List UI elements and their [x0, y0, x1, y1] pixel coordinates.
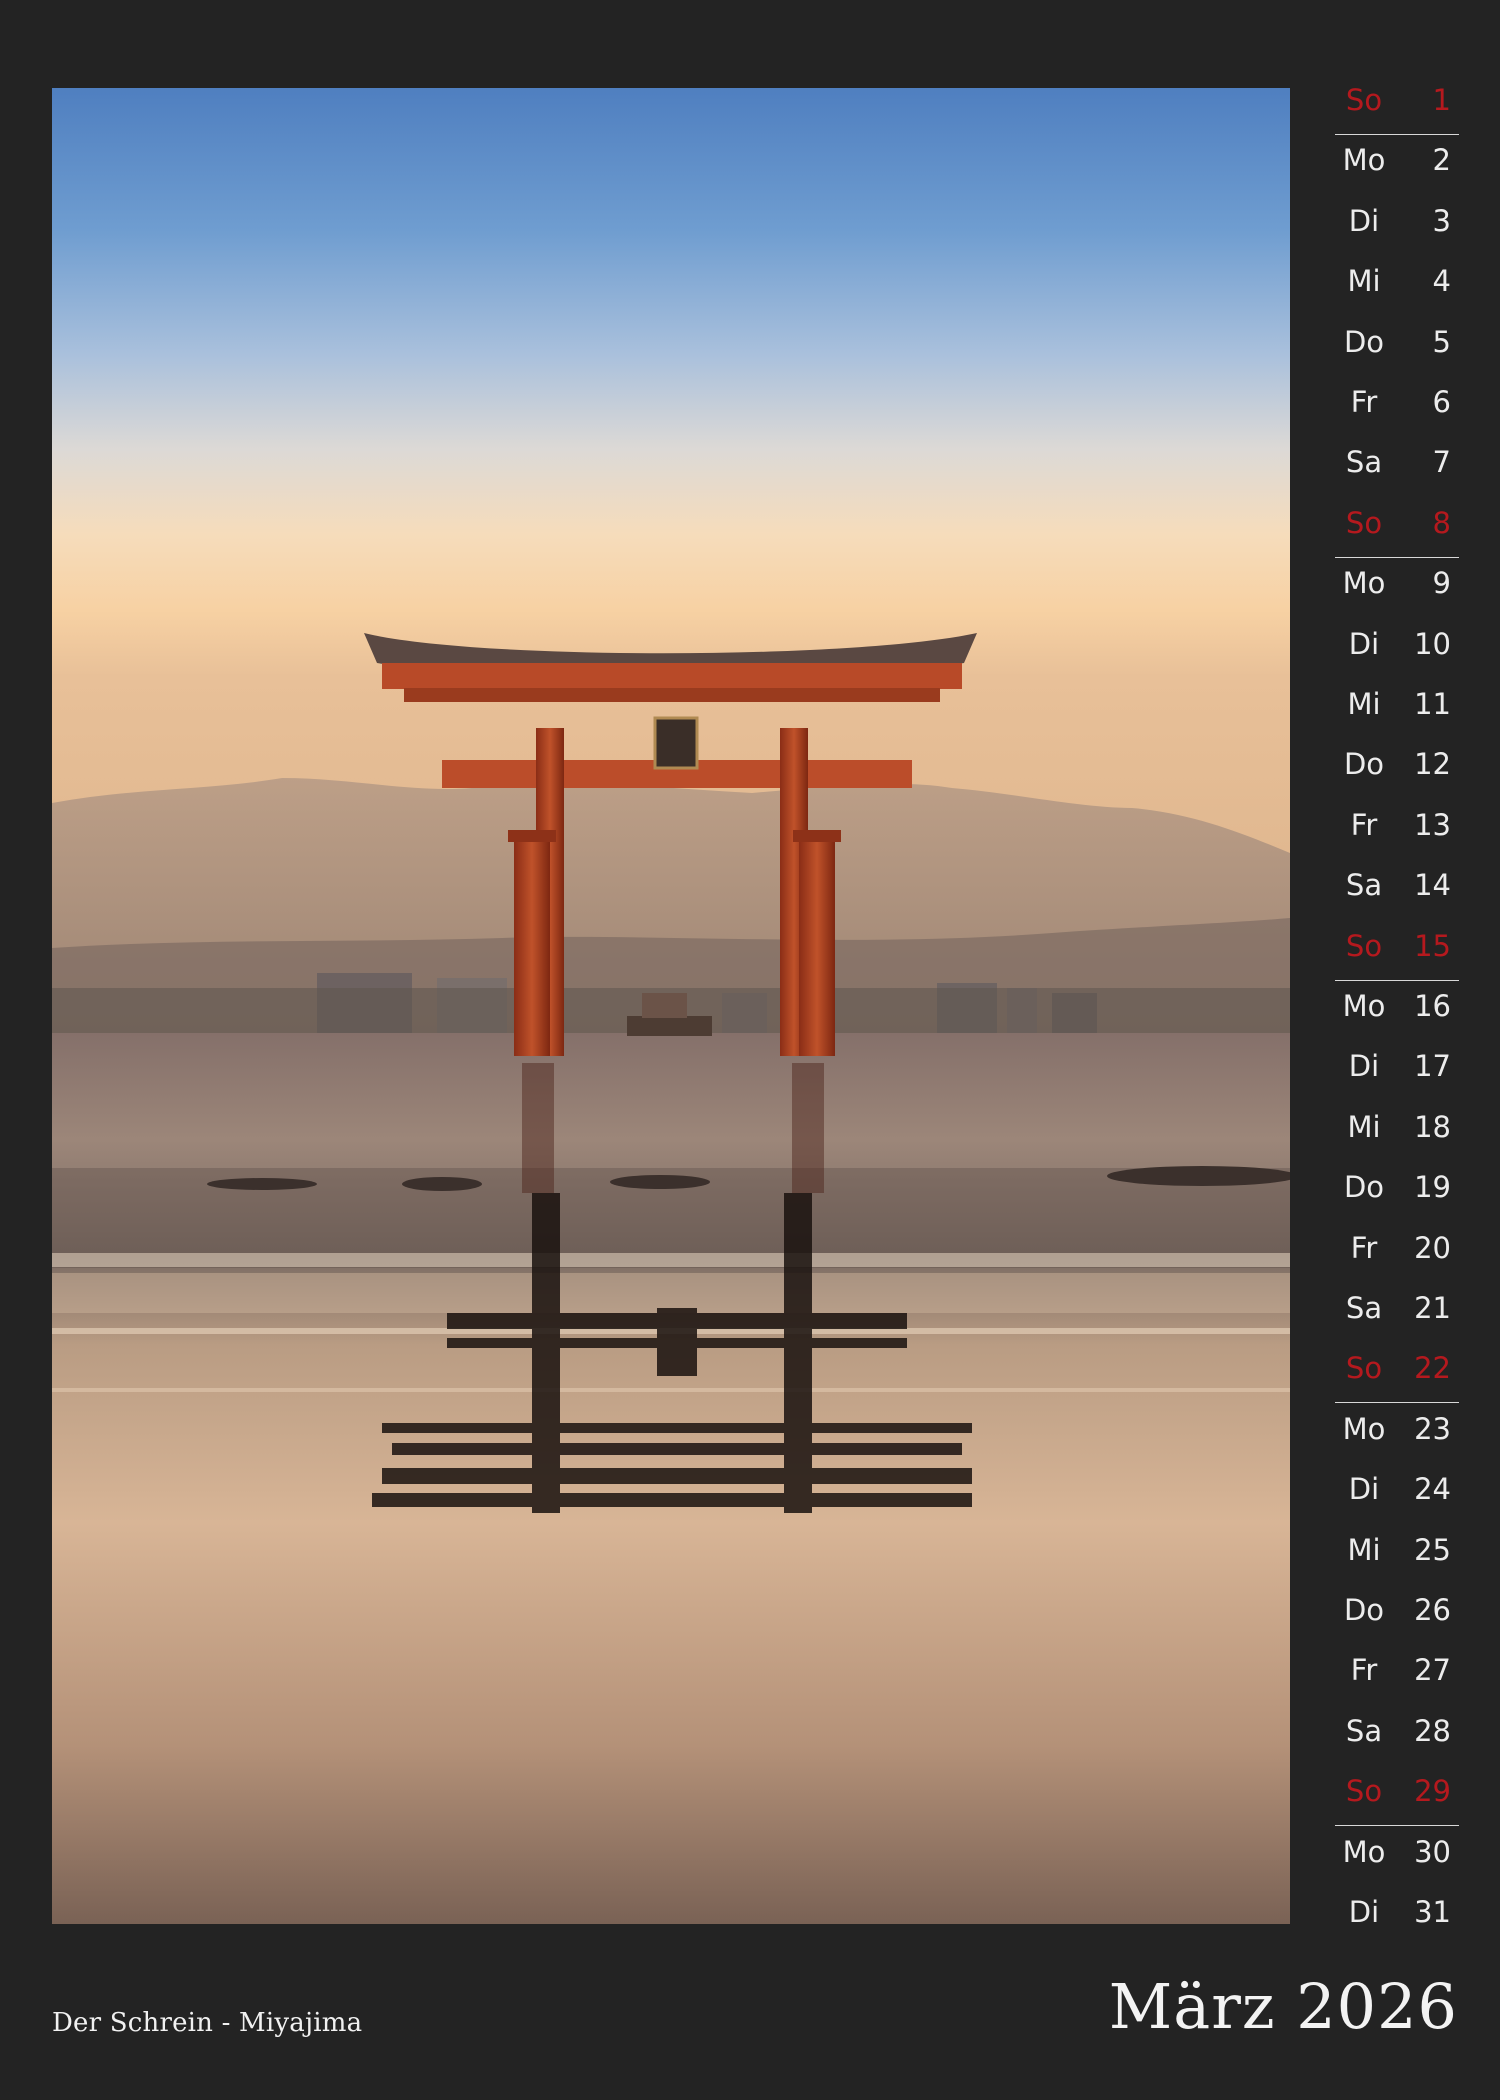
weekday-label: Mi — [1347, 1109, 1381, 1144]
weekday-label: Do — [1343, 324, 1385, 359]
day-row: Sa 7 — [1335, 438, 1459, 498]
day-number: 11 — [1414, 687, 1451, 721]
weekday-label: So — [1345, 83, 1383, 117]
day-row: So 22 — [1335, 1344, 1459, 1404]
day-number: 29 — [1414, 1774, 1451, 1809]
day-row: Mo 9 — [1335, 559, 1459, 619]
weekday-label: Sa — [1345, 445, 1383, 480]
day-number: 8 — [1432, 505, 1451, 540]
day-number: 5 — [1432, 324, 1451, 359]
weekday-label: Do — [1343, 1593, 1385, 1627]
weekday-label: Do — [1343, 1170, 1385, 1205]
weekday-label: Fr — [1350, 1653, 1378, 1688]
day-number: 7 — [1432, 445, 1451, 480]
day-number: 16 — [1414, 989, 1451, 1023]
day-row: Do 19 — [1335, 1163, 1459, 1223]
weekday-label: Fr — [1350, 807, 1378, 842]
weekday-label: Mi — [1347, 687, 1381, 721]
day-row: Di 31 — [1335, 1888, 1459, 1948]
day-row: Sa 21 — [1335, 1284, 1459, 1344]
day-row: Sa 14 — [1335, 861, 1459, 921]
weekday-label: So — [1345, 928, 1383, 963]
day-row: Mi 18 — [1335, 1103, 1459, 1163]
day-number: 21 — [1414, 1291, 1451, 1325]
day-number: 23 — [1414, 1411, 1451, 1446]
weekday-label: Mi — [1347, 1532, 1381, 1567]
month-title: März 2026 — [1108, 1970, 1458, 2043]
weekday-label: Sa — [1345, 1291, 1383, 1325]
torii-photo — [52, 88, 1290, 1924]
day-number: 14 — [1414, 868, 1451, 903]
day-row: Fr 20 — [1335, 1224, 1459, 1284]
day-row: Di 3 — [1335, 197, 1459, 257]
day-number: 18 — [1414, 1109, 1451, 1144]
weekday-label: Sa — [1345, 1713, 1383, 1748]
day-number: 1 — [1432, 83, 1451, 117]
day-row: Mi 4 — [1335, 257, 1459, 317]
weekday-label: Di — [1348, 1895, 1380, 1929]
day-number: 13 — [1414, 807, 1451, 842]
day-number: 6 — [1432, 385, 1451, 419]
day-list: So 1 Mo 2 Di 3 Mi 4 Do 5 Fr 6 Sa 7 So 8 Mo 9 Di 10 Mi 11 Do 12 F… — [1335, 76, 1459, 1938]
day-row: Do 12 — [1335, 740, 1459, 800]
weekday-label: Di — [1348, 626, 1380, 661]
day-row: Fr 6 — [1335, 378, 1459, 438]
day-number: 2 — [1432, 143, 1451, 178]
calendar-page: So 1 Mo 2 Di 3 Mi 4 Do 5 Fr 6 Sa 7 So 8 Mo 9 Di 10 Mi 11 Do 12 F… — [0, 0, 1500, 2100]
weekday-label: Di — [1348, 1472, 1380, 1507]
weekday-label: Sa — [1345, 868, 1383, 903]
day-number: 25 — [1414, 1532, 1451, 1567]
day-row: Mo 2 — [1335, 136, 1459, 196]
day-number: 19 — [1414, 1170, 1451, 1205]
day-row: Sa 28 — [1335, 1707, 1459, 1767]
weekday-label: Mo — [1342, 143, 1386, 178]
day-number: 9 — [1432, 566, 1451, 601]
day-number: 30 — [1414, 1834, 1451, 1869]
day-number: 31 — [1414, 1895, 1451, 1929]
day-row: Fr 13 — [1335, 801, 1459, 861]
weekday-label: Do — [1343, 747, 1385, 782]
day-row: Di 17 — [1335, 1042, 1459, 1102]
weekday-label: Di — [1348, 1049, 1380, 1084]
day-number: 26 — [1414, 1593, 1451, 1627]
day-row: Mo 16 — [1335, 982, 1459, 1042]
weekday-label: Mo — [1342, 1834, 1386, 1869]
weekday-label: So — [1345, 1774, 1383, 1809]
day-number: 17 — [1414, 1049, 1451, 1084]
day-number: 12 — [1414, 747, 1451, 782]
day-row: Di 10 — [1335, 620, 1459, 680]
day-row: So 1 — [1335, 76, 1459, 136]
weekday-label: So — [1345, 1351, 1383, 1386]
weekday-label: Mi — [1347, 264, 1381, 299]
day-number: 27 — [1414, 1653, 1451, 1688]
day-row: Do 5 — [1335, 318, 1459, 378]
day-row: So 29 — [1335, 1767, 1459, 1827]
weekday-label: Fr — [1350, 385, 1378, 419]
day-row: So 8 — [1335, 499, 1459, 559]
weekday-label: So — [1345, 505, 1383, 540]
day-number: 4 — [1432, 264, 1451, 299]
weekday-label: Fr — [1350, 1230, 1378, 1265]
day-row: So 15 — [1335, 922, 1459, 982]
weekday-label: Di — [1348, 203, 1380, 238]
photo-caption: Der Schrein - Miyajima — [52, 2008, 363, 2038]
day-number: 3 — [1432, 203, 1451, 238]
day-row: Mi 25 — [1335, 1526, 1459, 1586]
day-number: 15 — [1414, 928, 1451, 963]
day-row: Mo 30 — [1335, 1828, 1459, 1888]
day-row: Do 26 — [1335, 1586, 1459, 1646]
weekday-label: Mo — [1342, 989, 1386, 1023]
day-number: 20 — [1414, 1230, 1451, 1265]
day-row: Mi 11 — [1335, 680, 1459, 740]
day-row: Mo 23 — [1335, 1405, 1459, 1465]
day-row: Fr 27 — [1335, 1646, 1459, 1706]
day-row: Di 24 — [1335, 1465, 1459, 1525]
day-number: 22 — [1414, 1351, 1451, 1386]
weekday-label: Mo — [1342, 566, 1386, 601]
day-number: 24 — [1414, 1472, 1451, 1507]
day-number: 28 — [1414, 1713, 1451, 1748]
day-number: 10 — [1414, 626, 1451, 661]
weekday-label: Mo — [1342, 1411, 1386, 1446]
